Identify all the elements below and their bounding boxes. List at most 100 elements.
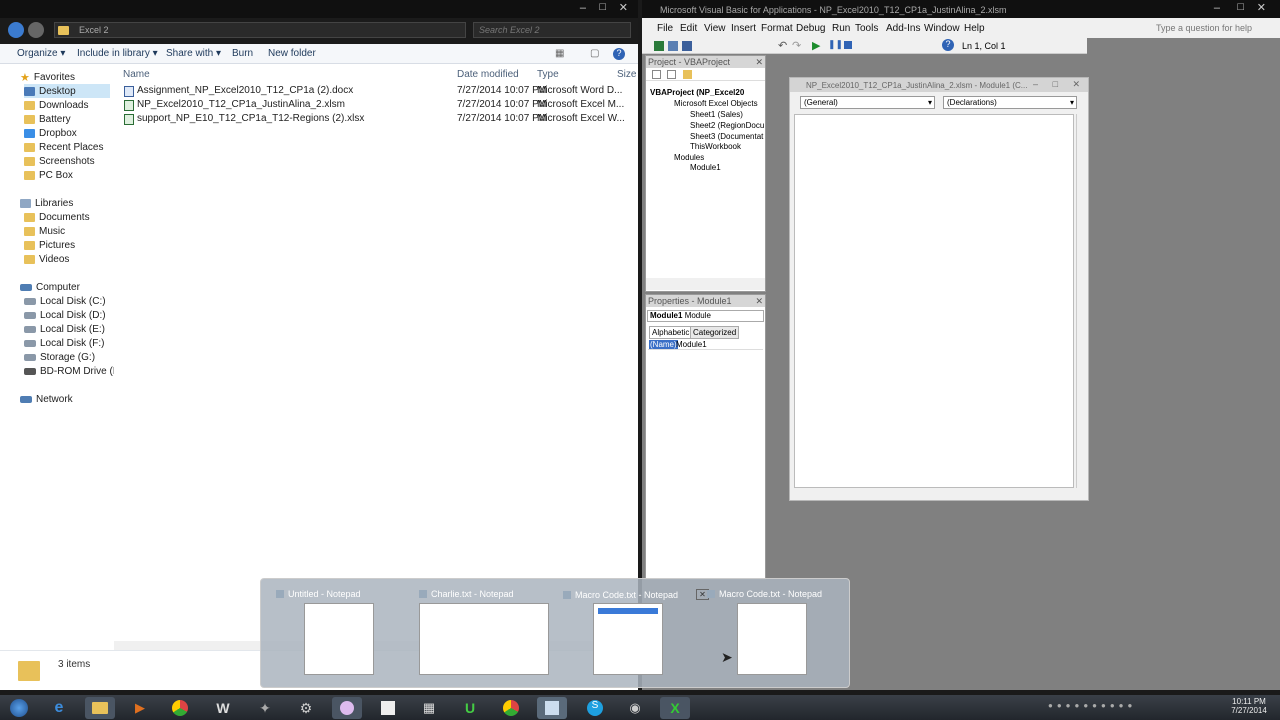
column-type[interactable]: Type <box>537 69 559 80</box>
close-icon[interactable]: ✕ <box>755 56 763 68</box>
undo-icon[interactable]: ↶ <box>778 39 787 52</box>
nav-favorites[interactable]: ★ Favorites <box>20 70 75 84</box>
nav-network[interactable]: Network <box>20 392 73 406</box>
minimize-button[interactable]: – <box>1214 2 1220 14</box>
nav-item-drive-f[interactable]: Local Disk (F:) <box>24 336 104 350</box>
internet-explorer-icon[interactable]: e <box>44 697 74 719</box>
column-date[interactable]: Date modified <box>457 69 519 80</box>
tree-thisworkbook[interactable]: ThisWorkbook <box>690 142 741 151</box>
nav-item-documents[interactable]: Documents <box>24 210 90 224</box>
thumbnail-macro-code-1[interactable]: Macro Code.txt - Notepad ✕ <box>563 589 709 675</box>
nav-item-music[interactable]: Music <box>24 224 65 238</box>
nav-item-pc-box[interactable]: PC Box <box>24 168 73 182</box>
file-row[interactable]: support_NP_E10_T12_CP1a_T12-Regions (2).… <box>122 113 632 127</box>
forward-arrow-icon[interactable] <box>28 22 44 38</box>
menu-addins[interactable]: Add-Ins <box>886 23 920 34</box>
procedure-combo[interactable]: (Declarations) ▾ <box>943 96 1077 109</box>
nav-item-screenshots[interactable]: Screenshots <box>24 154 95 168</box>
nav-item-drive-c[interactable]: Local Disk (C:) <box>24 294 106 308</box>
new-folder-button[interactable]: New folder <box>268 48 316 59</box>
chrome-icon[interactable] <box>165 697 195 719</box>
nav-item-drive-g[interactable]: Storage (G:) <box>24 350 95 364</box>
close-button[interactable]: ✕ <box>1257 1 1266 14</box>
maximize-button[interactable]: □ <box>1237 1 1244 13</box>
back-arrow-icon[interactable] <box>8 22 24 38</box>
tree-sheet3[interactable]: Sheet3 (Documentat <box>690 132 763 141</box>
toggle-folders-icon[interactable] <box>683 70 692 79</box>
code-vscrollbar[interactable] <box>1076 114 1086 488</box>
restore-button[interactable]: □ <box>1053 79 1058 89</box>
nav-item-dropbox[interactable]: Dropbox <box>24 126 77 140</box>
tree-sheet2[interactable]: Sheet2 (RegionDocu <box>690 121 764 130</box>
nav-item-recent-places[interactable]: Recent Places <box>24 140 103 154</box>
close-icon[interactable]: ✕ <box>755 295 763 307</box>
tree-sheet1[interactable]: Sheet1 (Sales) <box>690 110 743 119</box>
thumbnail-macro-code-2[interactable]: Macro Code.txt - Notepad <box>707 589 822 675</box>
tab-alphabetic[interactable]: Alphabetic <box>649 326 693 339</box>
app-icon[interactable]: ◉ <box>620 697 650 719</box>
utorrent-icon[interactable]: U <box>455 697 485 719</box>
view-object-icon[interactable] <box>667 70 676 79</box>
menu-format[interactable]: Format <box>761 23 793 34</box>
object-combo[interactable]: (General) ▾ <box>800 96 935 109</box>
menu-file[interactable]: File <box>657 23 673 34</box>
menu-insert[interactable]: Insert <box>731 23 756 34</box>
nav-item-drive-d[interactable]: Local Disk (D:) <box>24 308 106 322</box>
nav-item-drive-e[interactable]: Local Disk (E:) <box>24 322 105 336</box>
nav-item-battery[interactable]: Battery <box>24 112 71 126</box>
include-library-button[interactable]: Include in library ▾ <box>77 48 158 59</box>
nav-libraries[interactable]: Libraries <box>20 196 73 210</box>
start-button[interactable] <box>4 697 34 719</box>
excel-view-icon[interactable] <box>654 41 664 51</box>
help-icon[interactable]: ? <box>613 48 625 60</box>
burn-button[interactable]: Burn <box>232 48 253 59</box>
minimize-button[interactable]: – <box>580 2 586 14</box>
tree-modules[interactable]: Modules <box>674 153 704 162</box>
app-icon[interactable]: ⚙ <box>291 697 321 719</box>
save-icon[interactable] <box>682 41 692 51</box>
menu-run[interactable]: Run <box>832 23 850 34</box>
organize-button[interactable]: Organize ▾ <box>17 48 65 59</box>
notepad-group-icon[interactable] <box>537 697 567 719</box>
excel-taskbar-icon[interactable]: X <box>660 697 690 719</box>
nav-item-downloads[interactable]: Downloads <box>24 98 88 112</box>
search-input[interactable]: Search Excel 2 <box>479 25 540 35</box>
address-bar[interactable]: Excel 2 <box>54 22 466 38</box>
property-row[interactable]: (Name) Module1 <box>648 340 763 350</box>
file-row[interactable]: Assignment_NP_Excel2010_T12_CP1a (2).doc… <box>122 85 632 99</box>
thumbnail-untitled[interactable]: Untitled - Notepad <box>276 589 374 675</box>
nav-item-videos[interactable]: Videos <box>24 252 69 266</box>
notepad-taskbar-icon[interactable] <box>373 697 403 719</box>
tree-excel-objects[interactable]: Microsoft Excel Objects <box>674 99 758 108</box>
preview-pane-icon[interactable]: ▢ <box>590 48 599 59</box>
nav-computer[interactable]: Computer <box>20 280 80 294</box>
break-icon[interactable]: ❚❚ <box>828 39 843 50</box>
object-selector[interactable]: Module1 Module <box>647 310 764 322</box>
thumbnail-charlie[interactable]: Charlie.txt - Notepad <box>419 589 549 675</box>
menu-window[interactable]: Window <box>924 23 960 34</box>
redo-icon[interactable]: ↷ <box>792 39 801 52</box>
close-button[interactable]: ✕ <box>1072 79 1080 90</box>
breadcrumb[interactable]: Excel 2 <box>79 25 109 35</box>
system-tray-icons[interactable]: ●●●●●●●●●● <box>1048 701 1198 710</box>
column-size[interactable]: Size <box>617 69 636 80</box>
file-row[interactable]: NP_Excel2010_T12_CP1a_JustinAlina_2.xlsm… <box>122 99 632 113</box>
calculator-icon[interactable]: ▦ <box>414 697 444 719</box>
app-icon[interactable] <box>332 697 362 719</box>
tree-vbaproject[interactable]: VBAProject (NP_Excel20 <box>650 88 744 97</box>
view-code-icon[interactable] <box>652 70 661 79</box>
app-icon[interactable]: ✦ <box>250 697 280 719</box>
media-player-icon[interactable]: ▶ <box>125 697 155 719</box>
help-icon[interactable]: ? <box>942 39 954 51</box>
word-icon[interactable]: W <box>208 697 238 719</box>
search-box[interactable]: Search Excel 2 <box>473 22 631 38</box>
skype-icon[interactable]: S <box>580 697 610 719</box>
insert-module-icon[interactable] <box>668 41 678 51</box>
close-button[interactable]: ✕ <box>619 1 628 14</box>
menu-view[interactable]: View <box>704 23 726 34</box>
help-question-input[interactable]: Type a question for help <box>1156 23 1252 33</box>
run-icon[interactable]: ▶ <box>812 39 820 52</box>
maximize-button[interactable]: □ <box>599 1 606 13</box>
menu-tools[interactable]: Tools <box>855 23 878 34</box>
nav-item-pictures[interactable]: Pictures <box>24 238 75 252</box>
